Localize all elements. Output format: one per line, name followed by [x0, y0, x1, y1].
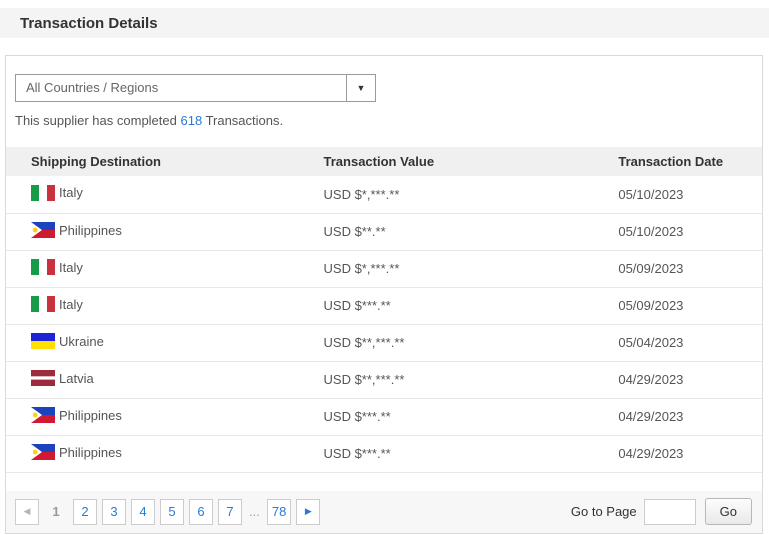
- column-header-transaction-date: Transaction Date: [618, 147, 762, 176]
- table-row: Italy USD $*,***.** 05/09/2023: [6, 250, 762, 288]
- page-button[interactable]: 6: [189, 498, 213, 525]
- flag-ua-icon: [31, 333, 55, 349]
- value-cell: USD $***.**: [323, 287, 619, 325]
- go-button[interactable]: Go: [704, 498, 752, 525]
- transaction-details-panel: All Countries / Regions ▼ This supplier …: [5, 55, 763, 534]
- prev-page-icon[interactable]: ◀: [15, 498, 39, 525]
- flag-it-icon: [31, 296, 55, 312]
- value-cell: USD $*,***.**: [323, 250, 619, 288]
- destination-cell: Philippines: [6, 398, 324, 436]
- flag-lv-icon: [31, 370, 55, 386]
- destination-cell: Italy: [6, 250, 324, 288]
- pagination-bar: ◀ 1 2 3 4 5 6 7 ... 78 ▶ Go to Page Go: [6, 490, 762, 533]
- table-row: Philippines USD $***.** 04/29/2023: [6, 398, 762, 436]
- page-title-bar: Transaction Details: [0, 8, 769, 38]
- page-title: Transaction Details: [20, 14, 158, 32]
- date-cell: 05/04/2023: [618, 324, 762, 362]
- goto-page-input[interactable]: [643, 498, 696, 525]
- goto-page-control: Go to Page Go: [571, 498, 752, 525]
- country-filter-value: All Countries / Regions: [26, 80, 159, 95]
- table-row: Italy USD $***.** 05/09/2023: [6, 287, 762, 325]
- summary-suffix: Transactions.: [202, 113, 284, 128]
- value-cell: USD $**,***.**: [323, 324, 619, 362]
- table-row: Philippines USD $**.** 05/10/2023: [6, 213, 762, 251]
- destination-cell: Italy: [6, 287, 324, 325]
- flag-ph-icon: [31, 407, 55, 423]
- pagination-ellipsis: ...: [249, 504, 260, 519]
- page-navigation: ◀ 1 2 3 4 5 6 7 ... 78 ▶: [15, 498, 321, 525]
- transaction-summary: This supplier has completed 618 Transact…: [15, 113, 762, 128]
- date-cell: 05/09/2023: [618, 287, 762, 325]
- page-button[interactable]: 3: [102, 498, 126, 525]
- value-cell: USD $***.**: [323, 435, 619, 473]
- date-cell: 05/09/2023: [618, 250, 762, 288]
- last-page-button[interactable]: 78: [266, 498, 292, 525]
- current-page: 1: [52, 504, 60, 519]
- flag-ph-icon: [31, 444, 55, 460]
- chevron-down-icon: ▼: [346, 75, 375, 101]
- summary-prefix: This supplier has completed: [15, 113, 181, 128]
- transactions-table: Shipping Destination Transaction Value T…: [6, 147, 762, 473]
- next-page-icon[interactable]: ▶: [296, 498, 321, 525]
- destination-label: Italy: [59, 296, 83, 312]
- date-cell: 04/29/2023: [618, 435, 762, 473]
- destination-cell: Ukraine: [6, 324, 324, 362]
- country-filter-dropdown[interactable]: All Countries / Regions ▼: [15, 74, 376, 102]
- destination-label: Ukraine: [59, 333, 104, 349]
- table-header-row: Shipping Destination Transaction Value T…: [6, 147, 762, 176]
- flag-ph-icon: [31, 222, 55, 238]
- destination-label: Latvia: [59, 370, 94, 386]
- value-cell: USD $**.**: [323, 213, 619, 251]
- table-row: Philippines USD $***.** 04/29/2023: [6, 435, 762, 473]
- flag-it-icon: [31, 184, 55, 201]
- destination-cell: Italy: [6, 176, 324, 214]
- transaction-count-link[interactable]: 618: [180, 113, 202, 128]
- page-button[interactable]: 5: [160, 498, 184, 525]
- page-button[interactable]: 7: [218, 498, 242, 525]
- column-header-shipping-destination: Shipping Destination: [6, 147, 324, 176]
- page-button[interactable]: 2: [73, 498, 97, 525]
- transactions-table-body: Italy USD $*,***.** 05/10/2023 Philippin…: [6, 176, 762, 473]
- destination-label: Philippines: [59, 407, 122, 423]
- flag-it-icon: [31, 259, 55, 275]
- destination-label: Italy: [59, 185, 83, 201]
- date-cell: 04/29/2023: [618, 361, 762, 399]
- destination-cell: Philippines: [6, 435, 324, 473]
- table-row: Ukraine USD $**,***.** 05/04/2023: [6, 324, 762, 362]
- destination-label: Philippines: [59, 222, 122, 238]
- date-cell: 05/10/2023: [618, 176, 762, 214]
- goto-page-label: Go to Page: [570, 504, 637, 519]
- value-cell: USD $***.**: [323, 398, 619, 436]
- table-row: Latvia USD $**,***.** 04/29/2023: [6, 361, 762, 399]
- destination-label: Philippines: [59, 444, 122, 460]
- page-button[interactable]: 4: [131, 498, 155, 525]
- date-cell: 05/10/2023: [618, 213, 762, 251]
- value-cell: USD $**,***.**: [323, 361, 619, 399]
- column-header-transaction-value: Transaction Value: [323, 147, 619, 176]
- date-cell: 04/29/2023: [618, 398, 762, 436]
- destination-cell: Latvia: [6, 361, 324, 399]
- destination-label: Italy: [59, 259, 83, 275]
- value-cell: USD $*,***.**: [323, 176, 619, 214]
- destination-cell: Philippines: [6, 213, 324, 251]
- table-row: Italy USD $*,***.** 05/10/2023: [6, 176, 762, 214]
